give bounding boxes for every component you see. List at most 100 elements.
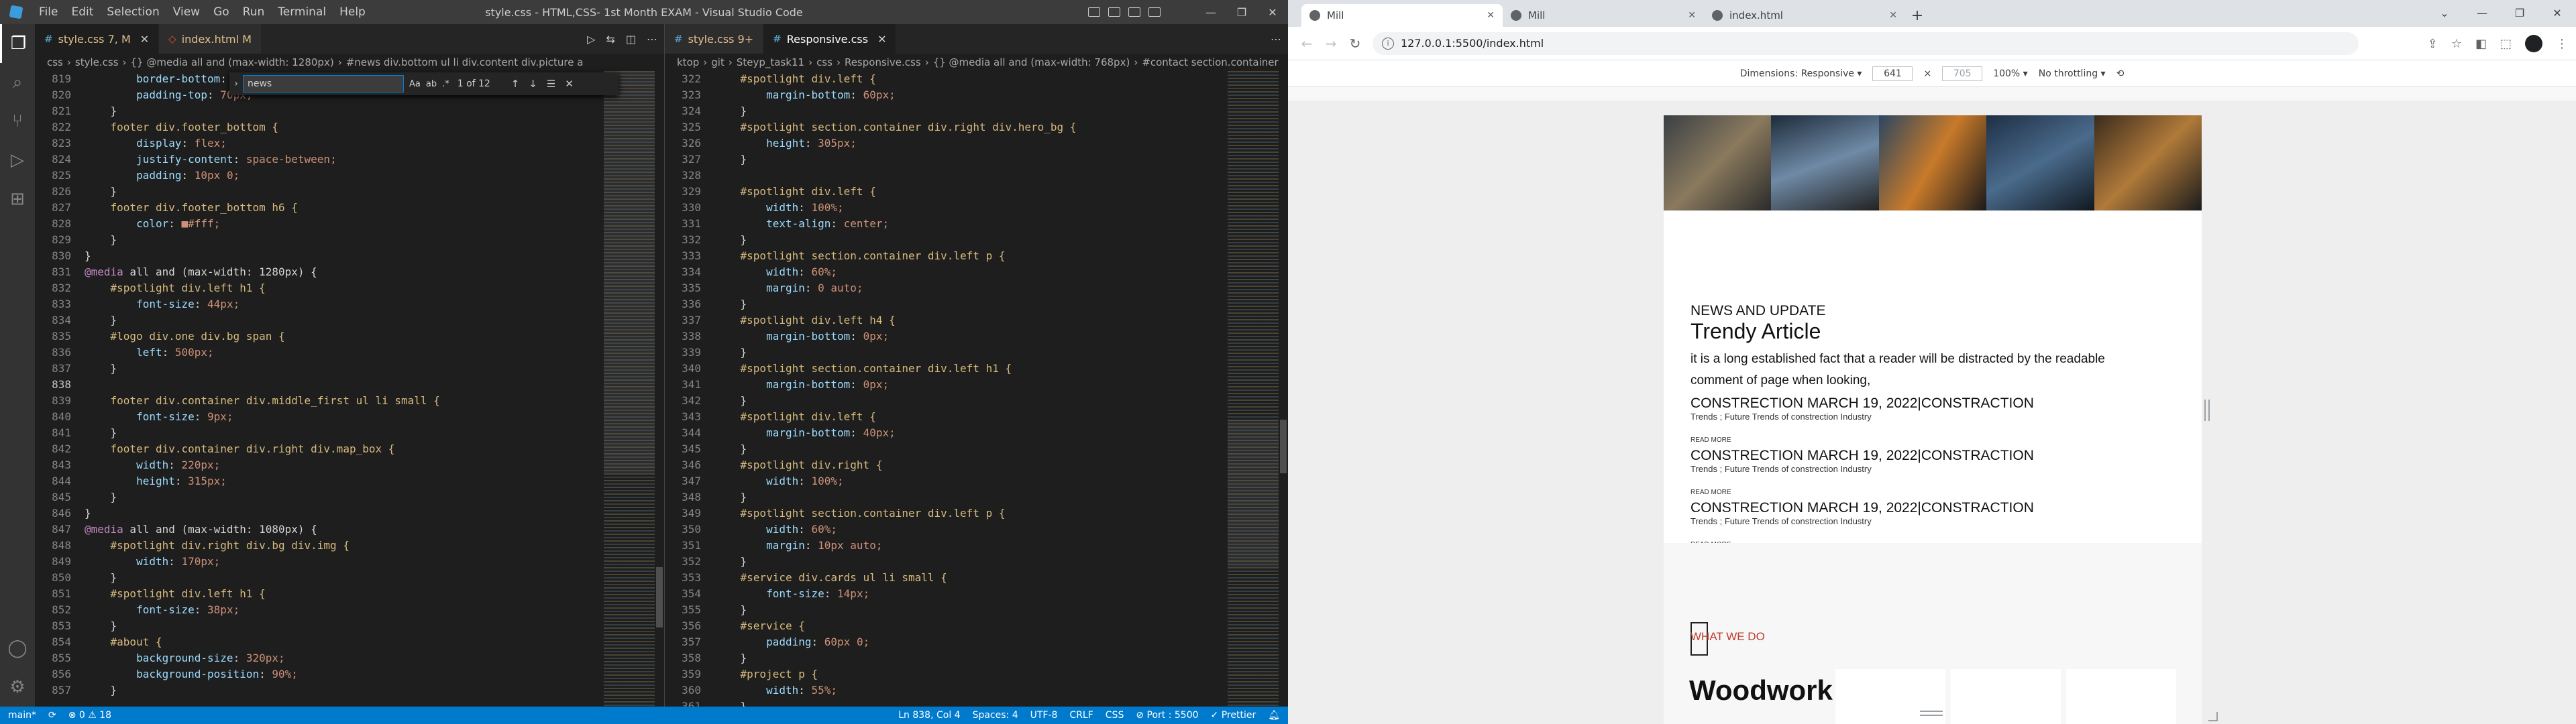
forward-icon[interactable]: →: [1319, 36, 1343, 52]
breadcrumb-item[interactable]: git: [711, 56, 724, 68]
more-actions-icon[interactable]: ⋯: [647, 33, 657, 46]
close-tab-icon[interactable]: ✕: [1889, 10, 1897, 21]
breadcrumb-item[interactable]: #news div.bottom ul li div.content div.p…: [346, 56, 584, 68]
menu-edit[interactable]: Edit: [64, 5, 100, 19]
notifications-bell-icon[interactable]: 🔔︎: [1268, 710, 1280, 721]
tab-style-css[interactable]: # style.css 7, M ✕: [35, 24, 160, 54]
throttling-select[interactable]: No throttling ▾: [2039, 68, 2106, 79]
breadcrumb-item[interactable]: Responsive.css: [845, 56, 921, 68]
menu-terminal[interactable]: Terminal: [271, 5, 333, 19]
tab-style-css[interactable]: # style.css 9+: [665, 24, 764, 54]
resize-handle-corner[interactable]: [2208, 712, 2218, 721]
sync-icon[interactable]: ⟳: [48, 710, 56, 721]
vertical-scrollbar[interactable]: [655, 71, 664, 707]
read-more-link[interactable]: READ MORE: [1690, 436, 2034, 444]
close-tab-icon[interactable]: ✕: [1487, 10, 1495, 21]
rotate-icon[interactable]: ⟲: [2116, 68, 2125, 79]
problems-indicator[interactable]: ⊗ 0 ⚠ 18: [68, 710, 111, 721]
run-debug-icon[interactable]: ▷: [0, 141, 35, 180]
minimap[interactable]: [604, 71, 655, 707]
breadcrumb-item[interactable]: ktop: [677, 56, 699, 68]
git-branch[interactable]: main*: [8, 710, 36, 721]
maximize-button[interactable]: ❐: [1226, 6, 1257, 19]
resize-handle-right[interactable]: [2204, 400, 2210, 421]
site-info-icon[interactable]: i: [1382, 37, 1394, 50]
encoding[interactable]: UTF-8: [1030, 710, 1058, 721]
settings-gear-icon[interactable]: ⚙: [0, 668, 35, 707]
back-icon[interactable]: ←: [1295, 36, 1319, 52]
prettier-status[interactable]: ✓ Prettier: [1211, 710, 1256, 721]
dimensions-select[interactable]: Dimensions: Responsive ▾: [1740, 68, 1862, 79]
close-find-icon[interactable]: ✕: [565, 78, 574, 90]
browser-tab[interactable]: Mill ✕: [1301, 4, 1503, 27]
find-in-selection-icon[interactable]: ☰: [547, 78, 555, 90]
breadcrumb-item[interactable]: {} @media all and (max-width: 768px): [933, 56, 1130, 68]
browser-tab[interactable]: index.html ✕: [1704, 4, 1905, 27]
customize-layout-icon[interactable]: [1148, 7, 1161, 17]
explorer-icon[interactable]: ❐: [0, 24, 35, 63]
code-editor-left[interactable]: 819 border-bottom: 1px solid820 padding-…: [35, 71, 604, 707]
breadcrumb-item[interactable]: {} @media all and (max-width: 1280px): [131, 56, 334, 68]
service-card[interactable]: [1951, 669, 2061, 724]
resize-handle-bottom[interactable]: [1920, 711, 1943, 716]
menu-run[interactable]: Run: [236, 5, 272, 19]
minimize-button[interactable]: —: [2463, 0, 2501, 27]
device-height-input[interactable]: 705: [1942, 66, 1983, 81]
bookmark-star-icon[interactable]: ☆: [2451, 37, 2462, 51]
search-icon[interactable]: ⌕: [0, 63, 35, 102]
browser-tab[interactable]: Mill ✕: [1503, 4, 1704, 27]
tab-index-html[interactable]: ◇ index.html M: [159, 24, 262, 54]
zoom-select[interactable]: 100% ▾: [1993, 68, 2028, 79]
share-icon[interactable]: ⇪: [2428, 37, 2438, 51]
extensions-icon[interactable]: ⬚: [2500, 37, 2512, 51]
next-match-icon[interactable]: ↓: [529, 78, 537, 90]
previous-match-icon[interactable]: ↑: [511, 78, 520, 90]
menu-selection[interactable]: Selection: [100, 5, 166, 19]
breadcrumb-item[interactable]: style.css: [75, 56, 119, 68]
match-case-toggle[interactable]: Aa: [409, 79, 421, 89]
toggle-secondary-sidebar-icon[interactable]: [1128, 7, 1140, 17]
close-tab-icon[interactable]: ✕: [877, 33, 886, 46]
indentation[interactable]: Spaces: 4: [973, 710, 1018, 721]
source-control-icon[interactable]: ⑂: [0, 102, 35, 141]
vertical-scrollbar[interactable]: [1279, 71, 1288, 707]
extensions-icon[interactable]: ⊞: [0, 180, 35, 219]
match-word-toggle[interactable]: ab: [426, 79, 437, 89]
live-server-port[interactable]: ⊘ Port : 5500: [1136, 710, 1198, 721]
account-icon[interactable]: ◯: [0, 629, 35, 668]
menu-file[interactable]: File: [32, 5, 64, 19]
menu-go[interactable]: Go: [207, 5, 236, 19]
tab-search-icon[interactable]: ⌄: [2426, 0, 2463, 27]
address-bar[interactable]: i 127.0.0.1:5500/index.html: [1373, 32, 2359, 55]
cursor-position[interactable]: Ln 838, Col 4: [898, 710, 960, 721]
profile-avatar[interactable]: [2525, 35, 2542, 52]
language-mode[interactable]: CSS: [1106, 710, 1124, 721]
toggle-sidebar-icon[interactable]: [1088, 7, 1100, 17]
regex-toggle[interactable]: .*: [442, 79, 449, 89]
end-of-line[interactable]: CRLF: [1069, 710, 1093, 721]
tab-responsive-css[interactable]: # Responsive.css ✕: [763, 24, 897, 54]
close-button[interactable]: ✕: [1257, 6, 1288, 19]
maximize-button[interactable]: ❐: [2501, 0, 2538, 27]
minimize-button[interactable]: —: [1195, 6, 1226, 19]
service-card[interactable]: [2066, 669, 2176, 724]
breadcrumb-item[interactable]: css: [47, 56, 63, 68]
toggle-panel-icon[interactable]: [1108, 7, 1120, 17]
close-button[interactable]: ✕: [2538, 0, 2576, 27]
minimap[interactable]: [1228, 71, 1279, 707]
run-icon[interactable]: ▷: [587, 33, 595, 46]
read-more-link[interactable]: READ MORE: [1690, 489, 2034, 496]
open-changes-icon[interactable]: ⇆: [606, 33, 614, 46]
menu-kebab-icon[interactable]: ⋮: [2556, 37, 2568, 51]
find-input[interactable]: news: [243, 75, 404, 93]
toggle-replace-icon[interactable]: ›: [229, 78, 243, 89]
new-tab-button[interactable]: +: [1905, 4, 1929, 27]
split-editor-icon[interactable]: ◫: [626, 33, 636, 46]
more-actions-icon[interactable]: ⋯: [1271, 33, 1281, 46]
breadcrumb-item[interactable]: Steyp_task11: [737, 56, 804, 68]
device-width-input[interactable]: 641: [1872, 66, 1913, 81]
code-editor-right[interactable]: 322 #spotlight div.left {323 margin-bott…: [665, 71, 1228, 707]
reload-icon[interactable]: ↻: [1343, 36, 1367, 52]
menu-help[interactable]: Help: [333, 5, 372, 19]
close-tab-icon[interactable]: ✕: [1688, 10, 1696, 21]
